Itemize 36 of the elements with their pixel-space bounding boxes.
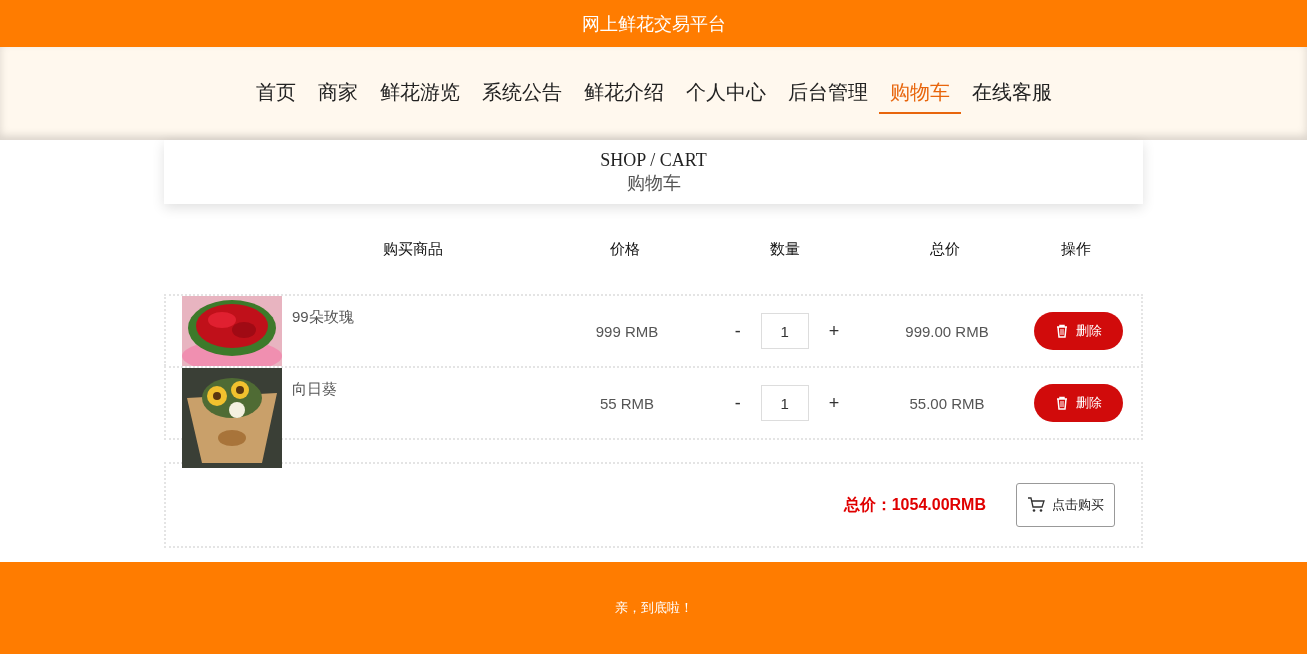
footer-text: 亲，到底啦！	[614, 599, 693, 617]
quantity-field[interactable]: 1	[760, 385, 809, 421]
decrement-button[interactable]: -	[728, 392, 747, 414]
column-header: 操作	[1060, 239, 1092, 259]
buy-button[interactable]: 点击购买	[1016, 483, 1115, 527]
column-header: 总价	[929, 239, 961, 259]
nav-link[interactable]: 在线客服	[960, 73, 1063, 114]
total-price: 总价：1054.00RMB	[843, 494, 986, 515]
product-name: 99朵玫瑰	[292, 308, 354, 327]
nav-link[interactable]: 鲜花介绍	[572, 73, 675, 114]
decrement-button[interactable]: -	[728, 320, 747, 342]
nav-link[interactable]: 商家	[306, 73, 369, 114]
column-header: 价格	[609, 239, 641, 259]
section-title: SHOP / CART	[600, 149, 707, 171]
quantity-field[interactable]: 1	[760, 313, 809, 349]
price-cell-text: 55 RMB	[598, 394, 656, 412]
column-header: 数量	[769, 239, 801, 259]
nav-link[interactable]: 首页	[244, 73, 307, 114]
nav-link[interactable]: 系统公告	[470, 73, 573, 114]
increment-button[interactable]: +	[822, 392, 846, 414]
delete-button[interactable]: 删除	[1033, 384, 1123, 422]
nav-link[interactable]: 后台管理	[776, 73, 879, 114]
total-cell-text: 55.00 RMB	[908, 394, 986, 412]
section-subtitle: 购物车	[626, 171, 681, 195]
cart-icon	[1027, 497, 1045, 513]
product-name: 向日葵	[292, 380, 337, 399]
nav-link[interactable]: 鲜花游览	[368, 73, 471, 114]
total-cell-text: 999.00 RMB	[904, 322, 990, 340]
site-title: 网上鲜花交易平台	[581, 12, 726, 36]
increment-button[interactable]: +	[822, 320, 846, 342]
trash-icon	[1054, 324, 1069, 338]
trash-icon	[1054, 396, 1069, 410]
column-header: 购买商品	[381, 239, 444, 259]
price-cell-text: 999 RMB	[594, 322, 660, 340]
nav-link[interactable]: 个人中心	[674, 73, 777, 114]
delete-button[interactable]: 删除	[1033, 312, 1123, 350]
